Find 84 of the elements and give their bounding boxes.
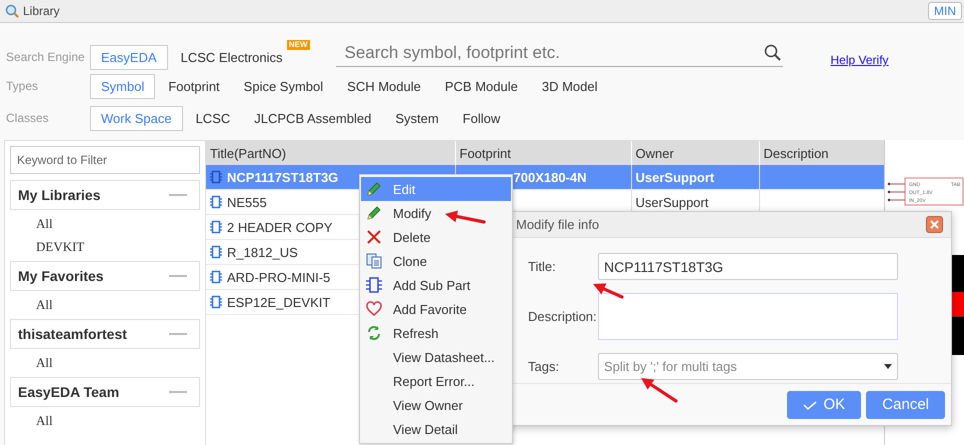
table-cell: UserSupport <box>636 170 714 184</box>
search-icon <box>5 4 19 18</box>
menu-item[interactable]: Add Favorite <box>361 297 511 321</box>
table-cell: 2 HEADER COPY <box>227 220 332 234</box>
table-cell: ESP12E_DEVKIT <box>227 294 330 310</box>
annotation-arrow <box>445 210 486 224</box>
help-verify-link[interactable]: Help Verify <box>830 53 889 67</box>
chip-icon <box>210 220 222 234</box>
field-label: Tags: <box>528 359 560 374</box>
table-cell: ARD-PRO-MINI-5 <box>227 270 330 284</box>
filter-tab[interactable]: LCSC <box>184 106 242 130</box>
group-title: EasyEDA Team <box>18 384 120 400</box>
dialog-title: Modify file info <box>516 217 600 232</box>
library-item[interactable]: All <box>10 212 200 235</box>
library-item[interactable]: All <box>10 351 200 374</box>
menu-item[interactable]: Refresh <box>361 321 511 345</box>
library-item[interactable]: All <box>10 293 200 316</box>
heart-icon <box>366 301 382 317</box>
group-header[interactable]: My Favorites <box>10 261 200 291</box>
window-title: Library <box>23 4 61 18</box>
close-icon <box>929 219 940 230</box>
filter-tab[interactable]: 3D Model <box>530 74 608 98</box>
check-icon <box>803 398 818 410</box>
minimize-button[interactable]: MIN <box>928 2 962 20</box>
copy-icon <box>366 253 382 269</box>
filter-label: Types <box>6 79 40 93</box>
filter-tab[interactable]: System <box>384 106 450 130</box>
chip-icon <box>210 170 222 184</box>
close-button[interactable] <box>926 216 943 233</box>
column-header[interactable]: Owner <box>631 141 759 165</box>
filter-tab[interactable]: PCB Module <box>434 74 529 98</box>
filter-tab[interactable]: Work Space <box>90 106 183 130</box>
table-cell: NCP1117ST18T3G <box>227 170 338 184</box>
menu-item[interactable]: Report Error... <box>361 369 511 393</box>
menu-item[interactable]: Add Sub Part <box>361 273 511 297</box>
filter-label: Search Engine <box>6 50 86 64</box>
library-item[interactable]: DEVKIT <box>10 235 200 258</box>
column-header[interactable]: Description <box>759 141 884 165</box>
menu-item[interactable]: View Owner <box>361 393 511 417</box>
title-field[interactable]: NCP1117ST18T3G <box>598 253 898 280</box>
refresh-icon <box>366 325 382 341</box>
table-cell: NE555 <box>227 194 267 210</box>
new-badge: NEW <box>286 40 310 50</box>
description-field[interactable] <box>598 293 898 340</box>
library-item[interactable]: All <box>10 409 200 432</box>
filter-tab[interactable]: Footprint <box>157 74 231 98</box>
table-cell: 700X180-4N <box>514 170 586 184</box>
group-header[interactable]: My Libraries <box>10 180 200 210</box>
menu-item[interactable]: Delete <box>361 225 511 249</box>
search-field[interactable]: Search symbol, footprint etc. <box>336 40 783 66</box>
group-title: thisateamfortest <box>18 326 127 342</box>
annotation-arrow <box>641 378 678 403</box>
filter-tab[interactable]: JLCPCB Assembled <box>243 106 382 130</box>
annotation-arrow <box>593 283 624 299</box>
pencil-icon <box>366 205 382 221</box>
filter-tab[interactable]: Symbol <box>90 74 156 98</box>
filter-tab[interactable]: SCH Module <box>336 74 432 98</box>
menu-item[interactable]: View Detail <box>361 417 511 441</box>
chip-icon <box>366 277 382 293</box>
filter-tab[interactable]: Follow <box>452 106 512 130</box>
field-label: Description: <box>528 309 598 324</box>
filter-label: Classes <box>6 111 50 125</box>
column-header[interactable]: Footprint <box>455 141 631 165</box>
group-header[interactable]: EasyEDA Team <box>10 377 200 407</box>
filter-tab[interactable]: EasyEDA <box>90 44 168 70</box>
group-header[interactable]: thisateamfortest <box>10 319 200 349</box>
chip-icon <box>210 270 222 284</box>
filter-tab[interactable]: Spice Symbol <box>232 74 334 98</box>
chip-icon <box>210 295 222 309</box>
pencil-icon <box>366 181 382 197</box>
chip-icon <box>210 195 222 209</box>
menu-item[interactable]: View Datasheet... <box>361 345 511 369</box>
column-header[interactable]: Title(PartNO) <box>206 141 455 165</box>
table-cell: UserSupport <box>636 194 708 210</box>
chip-icon <box>210 245 222 259</box>
field-label: Title: <box>528 259 557 274</box>
group-title: My Favorites <box>18 268 104 284</box>
filter-field[interactable]: Keyword to Filter <box>10 146 200 174</box>
close-icon <box>366 229 382 245</box>
table-cell: R_1812_US <box>227 244 298 260</box>
search-icon[interactable] <box>764 44 781 60</box>
menu-item[interactable]: Clone <box>361 249 511 273</box>
tags-dropdown[interactable]: Split by ';' for multi tags <box>598 353 898 380</box>
group-title: My Libraries <box>18 187 100 203</box>
